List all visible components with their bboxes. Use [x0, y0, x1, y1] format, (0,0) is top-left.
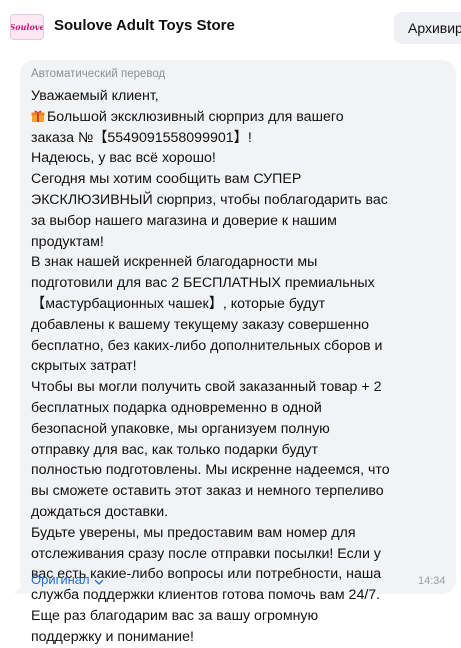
message-line: подготовили для вас 2 БЕСПЛАТНЫХ премиал… — [31, 275, 375, 292]
message-line: добавлены к вашему текущему заказу совер… — [31, 316, 370, 333]
auto-translation-note: Автоматический перевод — [31, 68, 166, 80]
message-line: Еще раз благодарим вас за вашу огромную — [31, 607, 319, 624]
message-line: бесплатно, без каких-либо дополнительных… — [31, 337, 383, 354]
message-line: Сегодня мы хотим сообщить вам СУПЕР — [31, 171, 302, 188]
message-line: за выбор нашего магазина и доверие к наш… — [31, 212, 337, 229]
message-line: бесплатных подарка одновременно в одной — [31, 399, 322, 416]
avatar-logo-text: Soulove — [10, 22, 44, 32]
original-label[interactable]: Оригинал — [31, 572, 90, 587]
chat-header: Soulove Soulove Adult Toys Store Архивир — [0, 0, 461, 54]
message-line: Чтобы вы могли получить свой заказанный … — [31, 379, 382, 396]
message-line: ЭКСКЛЮЗИВНЫЙ сюрприз, чтобы поблагодарит… — [31, 191, 388, 208]
message-line: вы сможете оставить этот заказ и немного… — [31, 483, 384, 500]
message-line: поддержку и понимание! — [31, 628, 194, 645]
message-line: безопасной упаковке, мы организуем полну… — [31, 420, 330, 437]
message-line: Уважаемый клиент, — [31, 88, 159, 104]
archive-button[interactable]: Архивир — [394, 12, 461, 44]
message-line: скрытых затрат! — [31, 358, 137, 375]
message-timestamp: 14:34 — [418, 575, 446, 587]
message-line: Большой эксклюзивный сюрприз для вашего — [47, 108, 344, 125]
message-line: 【мастурбационных чашек】, которые будут — [31, 295, 326, 312]
message-line: Будьте уверены, мы предоставим вам номер… — [31, 524, 356, 541]
message-line: В знак нашей искренней благодарности мы — [31, 254, 318, 271]
gift-icon — [31, 109, 45, 123]
message-line: служба поддержки клиентов готова помочь … — [31, 587, 381, 604]
message-line: Надеюсь, у вас всё хорошо! — [31, 150, 216, 167]
store-name[interactable]: Soulove Adult Toys Store — [54, 17, 235, 34]
message-line: дождаться доставки. — [31, 503, 169, 520]
message-line-gift: Большой эксклюзивный сюрприз для вашего — [31, 107, 441, 128]
store-avatar[interactable]: Soulove — [10, 14, 44, 40]
chevron-down-icon[interactable] — [94, 575, 104, 585]
message-line: отслеживания сразу после отправки посылк… — [31, 545, 381, 562]
message-line: отправку для вас, как только подарки буд… — [31, 441, 318, 458]
message-line: продуктам! — [31, 233, 104, 250]
show-original-toggle[interactable]: Оригинал — [31, 572, 104, 587]
message-line: полностью подготовлены. Мы искренне наде… — [31, 462, 390, 479]
message-line: заказа №【5549091558099901】! — [31, 129, 252, 146]
message-text: Уважаемый клиент, Большой эксклюзивный с… — [31, 86, 441, 648]
